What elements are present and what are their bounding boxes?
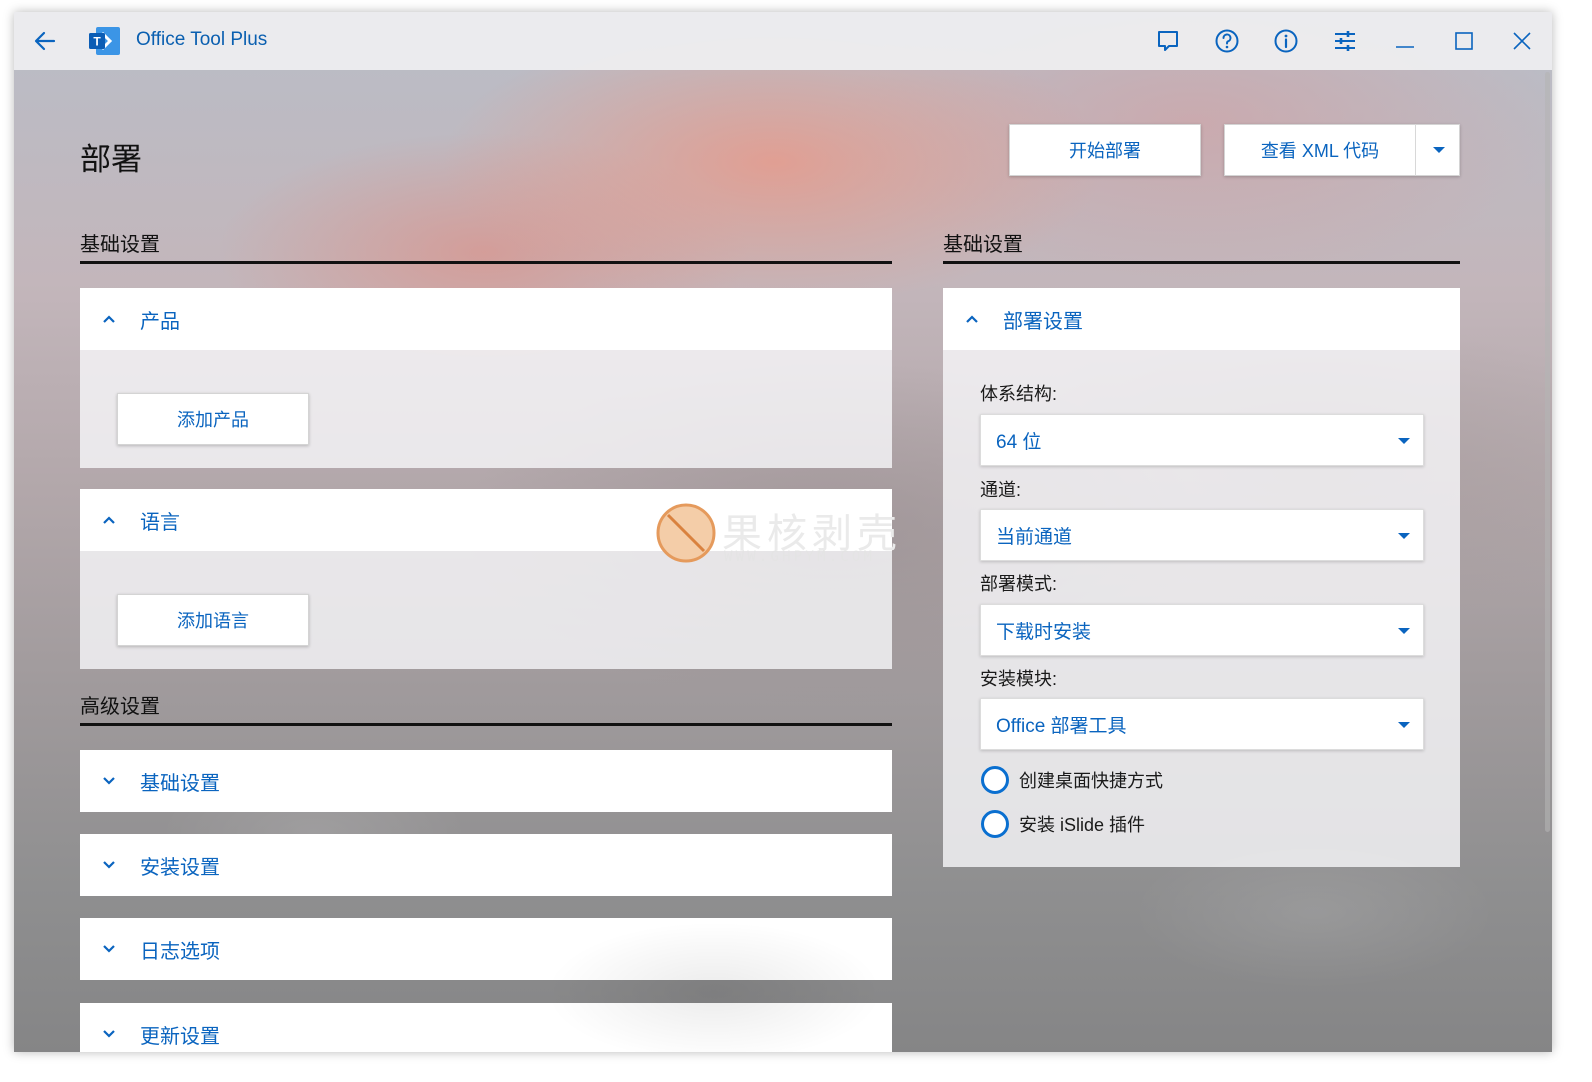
back-arrow-icon [34,31,56,51]
channel-select[interactable]: 当前通道 [980,509,1424,561]
language-card-title: 语言 [140,511,180,534]
close-button[interactable] [1506,25,1538,57]
start-deploy-button[interactable]: 开始部署 [1009,124,1201,176]
architecture-value: 64 位 [996,431,1042,453]
help-icon [1215,29,1239,53]
install-settings-header[interactable]: 安装设置 [80,834,892,896]
deploy-settings-body: 体系结构: 64 位 通道: 当前通道 部署模式: 下载时安装 安装模块: Of… [943,350,1460,867]
caret-down-icon [1398,722,1410,728]
view-xml-dropdown[interactable] [1415,124,1461,176]
minimize-icon [1396,46,1414,48]
close-icon [1513,32,1531,50]
install-module-value: Office 部署工具 [996,715,1127,737]
islide-plugin-option[interactable]: 安装 iSlide 插件 [981,810,1145,838]
chevron-down-icon [100,856,118,874]
basic-settings-heading: 基础设置 [80,234,160,256]
channel-label: 通道: [980,480,1022,500]
advanced-item-label: 基础设置 [140,772,220,795]
architecture-select[interactable]: 64 位 [980,414,1424,466]
app-title: Office Tool Plus [136,29,268,50]
install-module-label: 安装模块: [980,669,1058,689]
desktop-shortcut-radio[interactable] [981,766,1009,794]
desktop-shortcut-option[interactable]: 创建桌面快捷方式 [981,766,1163,794]
deploy-mode-value: 下载时安装 [996,621,1092,643]
caret-down-icon [1432,147,1445,153]
product-card-header[interactable]: 产品 [80,288,892,350]
app-logo-icon: T [88,26,122,56]
islide-plugin-label: 安装 iSlide 插件 [1019,815,1146,835]
deploy-mode-label: 部署模式: [980,574,1058,594]
caret-down-icon [1398,438,1410,444]
add-language-label: 添加语言 [177,611,249,631]
advanced-settings-heading: 高级设置 [80,696,160,718]
section-divider [943,261,1460,264]
title-bar: T Office Tool Plus [14,12,1552,70]
feedback-icon [1158,31,1178,51]
help-button[interactable] [1211,25,1243,57]
channel-value: 当前通道 [996,526,1073,548]
advanced-item-label: 更新设置 [140,1025,220,1048]
add-product-label: 添加产品 [177,410,249,430]
view-xml-split-button: 查看 XML 代码 [1224,124,1460,176]
deploy-settings-header[interactable]: 部署设置 [943,288,1460,350]
section-divider [80,723,892,726]
log-options-header[interactable]: 日志选项 [80,918,892,980]
update-settings-header[interactable]: 更新设置 [80,1003,892,1052]
add-language-button[interactable]: 添加语言 [117,594,309,646]
back-button[interactable] [28,24,62,58]
deploy-page: 部署 开始部署 查看 XML 代码 基础设置 产品 添加产品 语言 添加语言 高… [14,70,1552,1052]
chevron-up-icon [100,310,118,328]
settings-button[interactable] [1329,25,1361,57]
deploy-settings-title: 部署设置 [1003,310,1083,333]
info-icon [1274,29,1298,53]
advanced-basic-settings-header[interactable]: 基础设置 [80,750,892,812]
product-card-body: 添加产品 [80,350,892,468]
window-scrollbar[interactable] [1545,72,1550,832]
page-title: 部署 [80,142,142,177]
install-module-select[interactable]: Office 部署工具 [980,698,1424,750]
settings-sliders-icon [1335,31,1355,51]
start-deploy-label: 开始部署 [1069,141,1141,161]
minimize-button[interactable] [1389,25,1421,57]
chevron-up-icon [100,511,118,529]
islide-plugin-radio[interactable] [981,810,1009,838]
deploy-mode-select[interactable]: 下载时安装 [980,604,1424,656]
feedback-button[interactable] [1152,25,1184,57]
chevron-down-icon [100,940,118,958]
add-product-button[interactable]: 添加产品 [117,393,309,445]
architecture-label: 体系结构: [980,384,1058,404]
svg-text:T: T [93,35,101,49]
view-xml-button[interactable]: 查看 XML 代码 [1225,137,1415,163]
watermark-url: WWW.GHPYM.COM [724,549,876,565]
right-basic-settings-heading: 基础设置 [943,234,1023,256]
maximize-button[interactable] [1448,25,1480,57]
section-divider [80,261,892,264]
chevron-down-icon [100,772,118,790]
maximize-icon [1455,32,1473,50]
product-card-title: 产品 [140,310,180,333]
chevron-down-icon [100,1025,118,1043]
advanced-item-label: 安装设置 [140,856,220,879]
watermark-logo-icon [656,503,716,563]
desktop-shortcut-label: 创建桌面快捷方式 [1019,771,1163,791]
app-window: T Office Tool Plus 部署 开始部署 查看 XML 代码 基础设… [14,12,1552,1052]
advanced-item-label: 日志选项 [140,940,220,963]
caret-down-icon [1398,533,1410,539]
about-button[interactable] [1270,25,1302,57]
chevron-up-icon [963,310,981,328]
watermark: 果核剥壳 WWW.GHPYM.COM [654,501,924,571]
caret-down-icon [1398,628,1410,634]
